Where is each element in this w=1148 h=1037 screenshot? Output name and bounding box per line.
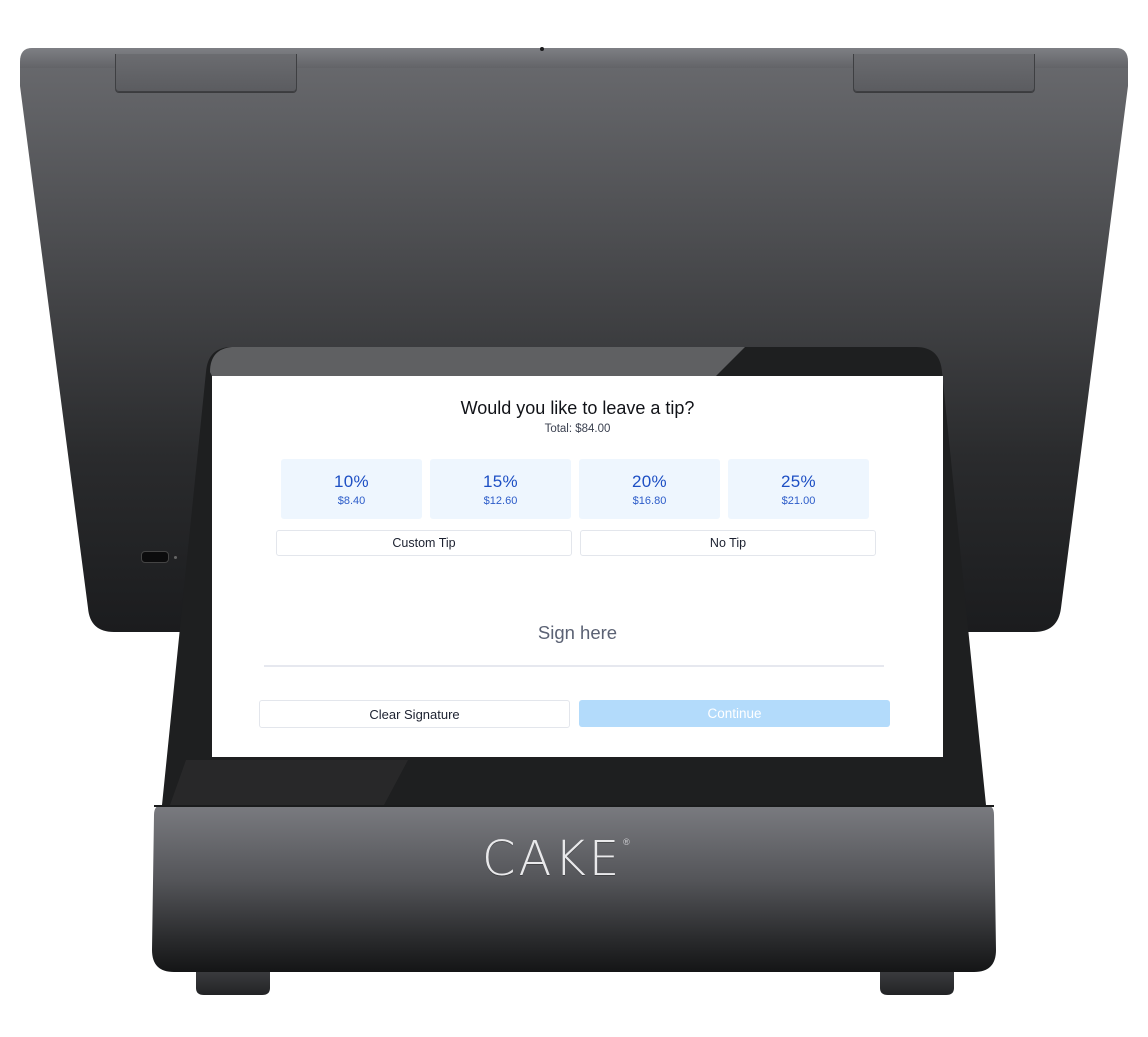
tip-prompt-title: Would you like to leave a tip? xyxy=(460,398,695,418)
signature-line xyxy=(264,665,884,667)
tip-alternative-options: Custom Tip No Tip xyxy=(276,530,876,556)
tip-screen: Would you like to leave a tip? Total: $8… xyxy=(212,376,943,757)
signature-pad[interactable] xyxy=(264,576,884,666)
tip-option-20[interactable]: 20% $16.80 xyxy=(579,459,720,519)
clear-signature-button[interactable]: Clear Signature xyxy=(259,700,570,728)
tip-amount: $16.80 xyxy=(632,494,667,507)
tip-percent: 15% xyxy=(483,471,518,491)
tip-percent: 20% xyxy=(632,471,667,491)
order-total: Total: $84.00 xyxy=(544,423,611,435)
registered-mark: ® xyxy=(623,837,630,847)
tip-option-25[interactable]: 25% $21.00 xyxy=(728,459,869,519)
signature-prompt: Sign here xyxy=(537,622,618,643)
no-tip-button[interactable]: No Tip xyxy=(580,530,876,556)
tip-amount: $12.60 xyxy=(483,494,518,507)
signature-actions: Clear Signature Continue xyxy=(259,700,891,728)
tip-option-15[interactable]: 15% $12.60 xyxy=(430,459,571,519)
tip-amount: $21.00 xyxy=(781,494,816,507)
tip-percent: 25% xyxy=(781,471,816,491)
tip-options: 10% $8.40 15% $12.60 20% $16.80 25% $21.… xyxy=(279,459,874,519)
tip-percent: 10% xyxy=(334,471,369,491)
custom-tip-button[interactable]: Custom Tip xyxy=(276,530,572,556)
tip-option-10[interactable]: 10% $8.40 xyxy=(281,459,422,519)
brand-wordmark: CAKE xyxy=(482,831,623,887)
cake-logo: CAKE ® xyxy=(482,835,630,883)
tip-amount: $8.40 xyxy=(337,494,366,507)
continue-button[interactable]: Continue xyxy=(579,700,890,727)
